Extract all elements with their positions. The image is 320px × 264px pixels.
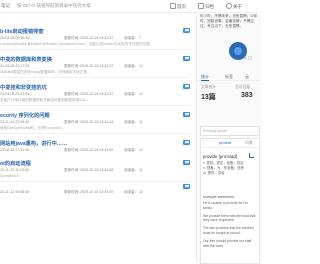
dictionary-header: Reciting words: [200, 126, 260, 136]
post-card[interactable]: 20-11-12 00:06:56 更新时间： 2025-10-16 14:41…: [0, 184, 190, 208]
post-excerpt: 使用SpringSecurity时，出现Exception...: [0, 126, 64, 130]
example-sentence: We provide them with the food that they …: [203, 213, 256, 223]
post-title[interactable]: 中变挂和非变挂的坑: [0, 84, 47, 91]
divider: [0, 105, 190, 106]
nav-archive[interactable]: 归档: [198, 3, 214, 10]
post-card[interactable]: ecurity 序列化的问题 23-11-14 22:28:42 更新时间： 2…: [0, 112, 190, 140]
post-excerpt: Lombok@Builder和Builder@Builder Operation…: [0, 42, 153, 46]
dict-definitions: v. 提供；规定；准备；供应 n. 预备，为…作准备；抚养 vt. 提供，供给: [203, 161, 245, 175]
tab-cloud[interactable]: 云: [245, 74, 249, 80]
list-icon: [183, 28, 190, 33]
profile-text: 年少时，不惧未来，无所畏惧；中年时，知晓世事，尝遍苦辣；不惧过往，专注当下，无所…: [200, 14, 258, 28]
speaker-icon[interactable]: [249, 153, 254, 158]
nav-about[interactable]: 关于: [226, 3, 242, 10]
divider: [0, 49, 190, 50]
sidebar-tabs: 统计 标签 云: [197, 71, 261, 81]
post-card[interactable]: 中变挂和非变挂的坑 24-03-05 21:21:54 更新时间： 2025-1…: [0, 84, 190, 112]
list-icon: [183, 160, 190, 165]
stat-articles-label: 文章统计: [201, 85, 217, 89]
home-icon: [170, 3, 176, 9]
examples-list: He is unable to provide for his family. …: [203, 201, 257, 251]
archive-icon: [198, 3, 204, 9]
example-sentence: The law provides that the children must …: [203, 226, 254, 235]
post-title[interactable]: b-lite启动报错排查: [0, 28, 44, 35]
divider: [0, 133, 190, 134]
post-card[interactable]: b-lite启动报错排查 25-04-28 00:46:16 更新时间： 202…: [0, 28, 190, 56]
example-sentence: Our firm should provide our staff with t…: [203, 238, 252, 248]
post-title[interactable]: 网站用java重构，进行中……: [0, 140, 67, 147]
list-icon: [183, 56, 190, 61]
post-excerpt: 多租户分库环境的数据获取方案如何使用数据库源SQL...: [0, 98, 90, 102]
post-list: b-lite启动报错排查 25-04-28 00:46:16 更新时间： 202…: [0, 28, 190, 208]
dict-word: provide [prə'vaɪd]: [203, 154, 237, 159]
list-icon: [183, 184, 190, 189]
info-icon: [226, 3, 232, 9]
post-excerpt: SpringBoot: [0, 174, 18, 178]
post-title[interactable]: 中变的数据库和表变换: [0, 56, 52, 63]
divider: [0, 77, 190, 78]
search-hint[interactable]: 按 Ctrl+K 快速导航到目录中任何文章: [17, 3, 91, 9]
example-sentence: He is unable to provide for his family.: [203, 201, 248, 210]
dict-tab-provide[interactable]: provide: [219, 141, 231, 145]
dictionary-panel: provide 词典 provide [prə'vaɪd] v. 提供；规定；准…: [200, 138, 260, 264]
list-icon: [183, 112, 190, 117]
post-card[interactable]: 网站用java重构，进行中…… 23-06-12 07:51:22 更新时间： …: [0, 140, 190, 160]
tab-tags[interactable]: 标签: [225, 74, 233, 80]
dictionary-tabs: provide 词典: [201, 139, 259, 148]
top-bar: 笔记 按 Ctrl+K 快速导航到目录中任何文章 首页 归档 关于: [0, 0, 260, 13]
post-excerpt: MyBatis框架在查询mysql数据库时，如何确定字段正常...: [0, 70, 90, 74]
post-title[interactable]: ecurity 序列化的问题: [0, 112, 50, 119]
site-title[interactable]: 笔记: [1, 3, 10, 9]
stat-articles: 13篇: [201, 94, 216, 101]
nav-home[interactable]: 首页: [170, 3, 186, 10]
tab-stats[interactable]: 统计: [201, 74, 209, 81]
sidebar: 年少时，不惧未来，无所畏惧；中年时，知晓世事，尝遍苦辣；不惧过往，专注当下，无所…: [196, 14, 261, 264]
dict-tab-other[interactable]: 词典: [245, 141, 253, 146]
list-icon: [183, 84, 190, 89]
list-icon: [183, 140, 190, 145]
examples-heading: example sentences:: [203, 195, 235, 199]
divider: [0, 181, 190, 182]
post-card[interactable]: 中变的数据库和表变换 24-03-05 22:17:54 更新时间： 2025-…: [0, 56, 190, 84]
stat-total: 383: [241, 92, 253, 99]
social-links[interactable]: ⚙ ◯: [243, 55, 252, 60]
post-title[interactable]: ot的启动流程: [0, 160, 31, 167]
post-card[interactable]: ot的启动流程 20-11-12 11:19:06 更新时间： 2025-10-…: [0, 160, 190, 188]
stat-total-label: 总访问量: [235, 85, 251, 89]
